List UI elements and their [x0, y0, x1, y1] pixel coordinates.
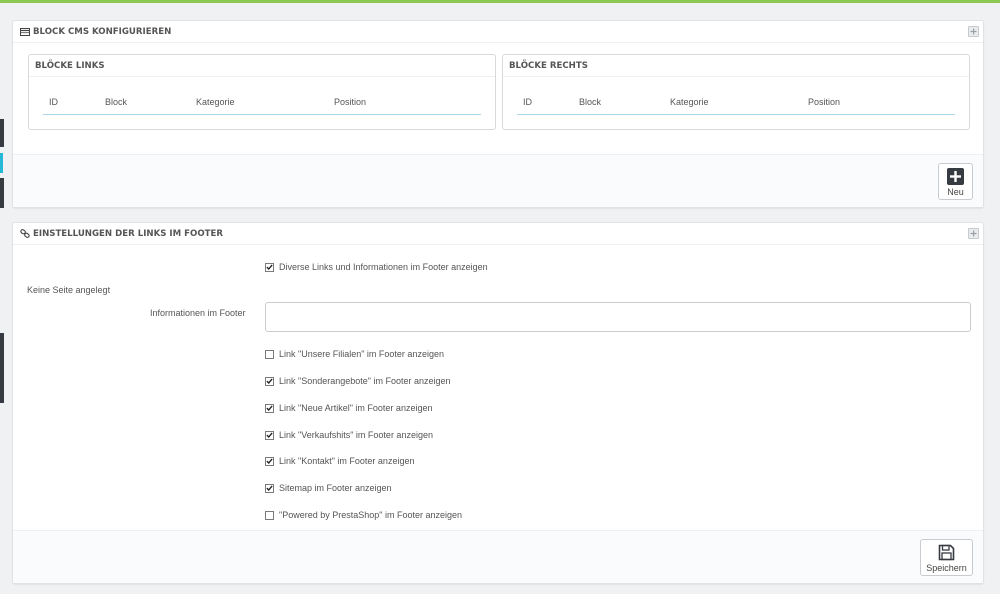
- checkbox-label: Link "Unsere Filialen" im Footer anzeige…: [279, 349, 444, 359]
- right-blocks-heading: BLÖCKE RECHTS: [503, 55, 969, 77]
- checkbox-label: Link "Neue Artikel" im Footer anzeigen: [279, 403, 433, 413]
- checkmark-icon: [266, 458, 273, 465]
- no-page-notice: Keine Seite angelegt: [27, 285, 111, 295]
- checkbox-row[interactable]: Sitemap im Footer anzeigen: [265, 483, 392, 493]
- info-footer-label: Informationen im Footer: [150, 308, 246, 318]
- footer-links-footer: Speichern: [13, 530, 983, 583]
- new-button-label: Neu: [947, 187, 964, 197]
- footer-links-heading: EINSTELLUNGEN DER LINKS IM FOOTER: [13, 223, 983, 245]
- right-blocks-title: BLÖCKE RECHTS: [509, 60, 588, 71]
- sidebar-active-indicator: [0, 153, 3, 173]
- column-header-id[interactable]: ID: [523, 97, 532, 107]
- column-header-kategorie[interactable]: Kategorie: [196, 97, 235, 107]
- collapse-plus-icon[interactable]: [968, 26, 979, 37]
- checkbox[interactable]: [265, 262, 274, 272]
- top-accent-bar: [0, 0, 1000, 3]
- checkbox[interactable]: [265, 483, 274, 493]
- save-button-label: Speichern: [926, 563, 967, 573]
- checkbox-label: Link "Kontakt" im Footer anzeigen: [279, 456, 415, 466]
- checkbox[interactable]: [265, 430, 274, 440]
- checkbox-row[interactable]: "Powered by PrestaShop" im Footer anzeig…: [265, 510, 462, 520]
- checkmark-icon: [266, 485, 273, 492]
- checkbox[interactable]: [265, 510, 274, 520]
- left-blocks-heading: BLÖCKE LINKS: [29, 55, 495, 77]
- checkbox-row[interactable]: Link "Sonderangebote" im Footer anzeigen: [265, 376, 451, 386]
- footer-links-panel: EINSTELLUNGEN DER LINKS IM FOOTER Divers…: [12, 222, 984, 584]
- sidebar-segment: [0, 119, 4, 147]
- checkmark-icon: [266, 432, 273, 439]
- checkbox-label: Sitemap im Footer anzeigen: [279, 483, 392, 493]
- checkbox[interactable]: [265, 376, 274, 386]
- checkbox[interactable]: [265, 403, 274, 413]
- checkbox-row[interactable]: Diverse Links und Informationen im Foote…: [265, 262, 488, 272]
- checkbox-row[interactable]: Link "Neue Artikel" im Footer anzeigen: [265, 403, 432, 413]
- checkbox-label: Link "Sonderangebote" im Footer anzeigen: [279, 376, 451, 386]
- column-header-block[interactable]: Block: [105, 97, 127, 107]
- checkbox-label: "Powered by PrestaShop" im Footer anzeig…: [279, 510, 462, 520]
- info-footer-input[interactable]: [265, 302, 971, 332]
- checkbox-label: Link "Verkaufshits" im Footer anzeigen: [279, 430, 433, 440]
- save-button[interactable]: Speichern: [920, 539, 973, 576]
- checkbox[interactable]: [265, 349, 274, 359]
- block-cms-panel: BLOCK CMS KONFIGURIEREN BLÖCKE LINKS ID …: [12, 20, 984, 208]
- column-header-id[interactable]: ID: [49, 97, 58, 107]
- new-button[interactable]: Neu: [938, 163, 973, 200]
- checkmark-icon: [266, 264, 273, 271]
- link-icon: [20, 229, 31, 238]
- column-header-position[interactable]: Position: [334, 97, 366, 107]
- collapse-plus-icon[interactable]: [968, 228, 979, 239]
- checkbox-label: Diverse Links und Informationen im Foote…: [279, 262, 488, 272]
- column-header-position[interactable]: Position: [808, 97, 840, 107]
- checkbox-row[interactable]: Link "Verkaufshits" im Footer anzeigen: [265, 430, 433, 440]
- checkmark-icon: [266, 405, 273, 412]
- checkmark-icon: [266, 378, 273, 385]
- column-header-block[interactable]: Block: [579, 97, 601, 107]
- footer-links-title: EINSTELLUNGEN DER LINKS IM FOOTER: [33, 228, 223, 239]
- sidebar-segment: [0, 333, 4, 403]
- block-cms-footer: Neu: [13, 154, 983, 207]
- checkbox[interactable]: [265, 456, 274, 466]
- left-blocks-title: BLÖCKE LINKS: [35, 60, 105, 71]
- floppy-disk-icon: [938, 544, 955, 561]
- right-blocks-table-header: ID Block Kategorie Position: [517, 91, 955, 115]
- left-blocks-panel: BLÖCKE LINKS ID Block Kategorie Position: [28, 54, 496, 130]
- block-cms-heading: BLOCK CMS KONFIGURIEREN: [13, 21, 983, 43]
- checkbox-row[interactable]: Link "Kontakt" im Footer anzeigen: [265, 456, 414, 466]
- left-blocks-table-header: ID Block Kategorie Position: [43, 91, 481, 115]
- right-blocks-panel: BLÖCKE RECHTS ID Block Kategorie Positio…: [502, 54, 970, 130]
- block-cms-title: BLOCK CMS KONFIGURIEREN: [33, 26, 172, 37]
- table-icon: [20, 27, 31, 36]
- sidebar-edge: [0, 3, 4, 594]
- column-header-kategorie[interactable]: Kategorie: [670, 97, 709, 107]
- right-gutter: [992, 3, 1000, 594]
- plus-square-icon: [947, 168, 964, 185]
- checkbox-row[interactable]: Link "Unsere Filialen" im Footer anzeige…: [265, 349, 444, 359]
- sidebar-segment: [0, 178, 4, 208]
